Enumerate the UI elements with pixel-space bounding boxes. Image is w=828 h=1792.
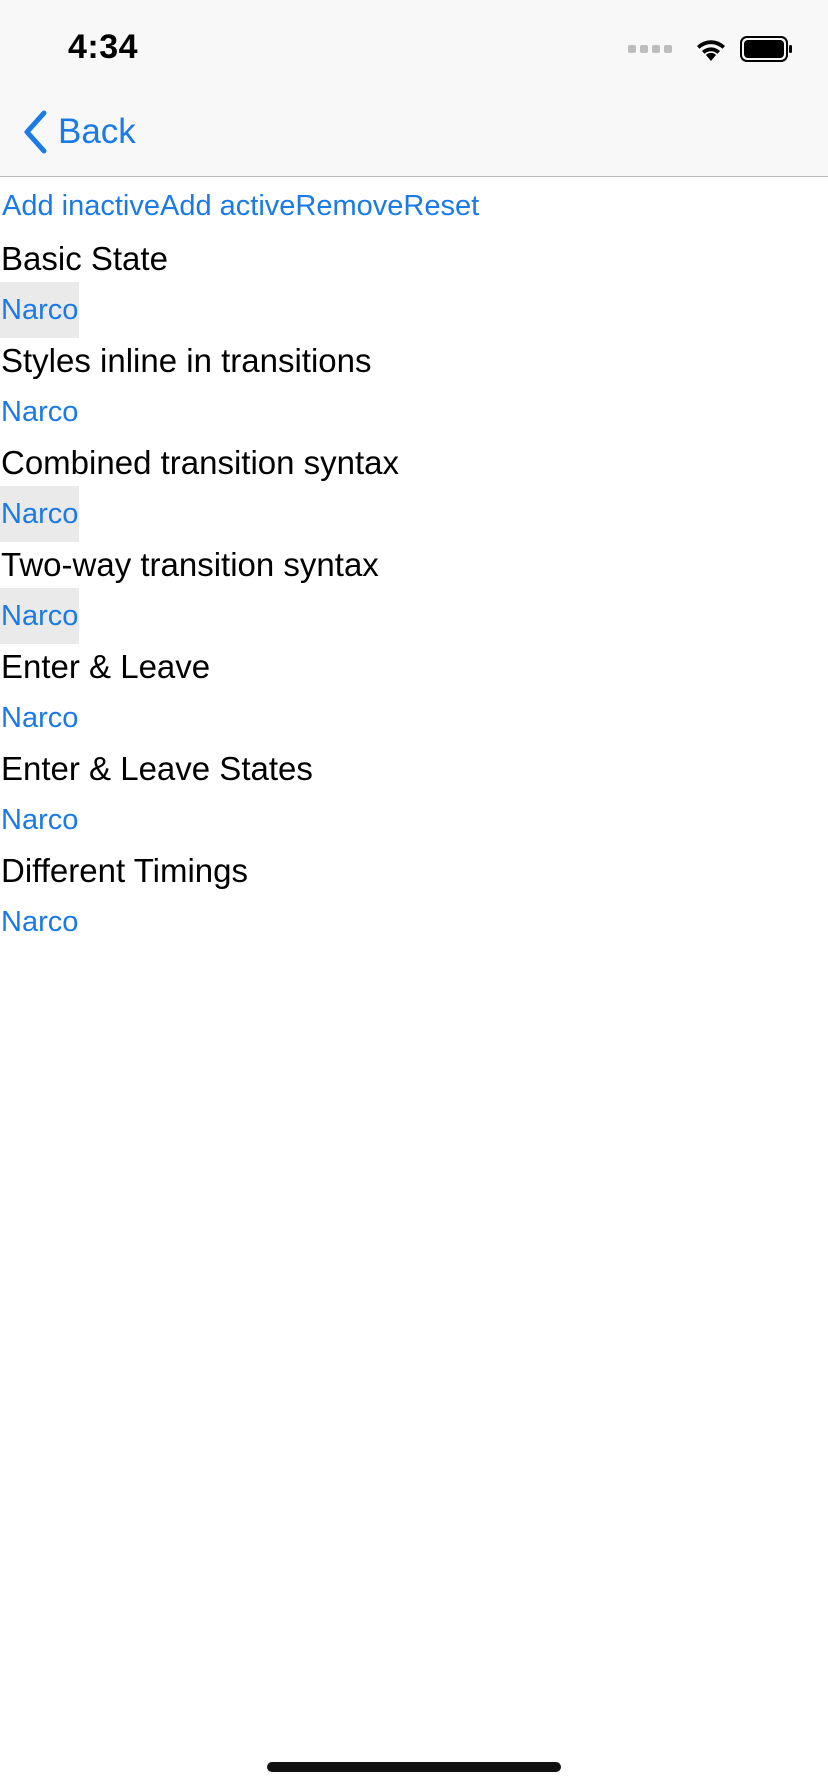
- status-indicators: [628, 36, 794, 62]
- list-item[interactable]: Narco: [0, 486, 80, 542]
- status-time: 4:34: [68, 28, 139, 66]
- section-enter-leave: Enter & Leave Narco: [0, 644, 828, 746]
- section-different-timings: Different Timings Narco: [0, 848, 828, 950]
- section-title: Enter & Leave States: [1, 750, 313, 787]
- reset-button[interactable]: Reset: [403, 190, 479, 223]
- status-bar: 4:34: [0, 0, 828, 96]
- list-item[interactable]: Narco: [0, 894, 79, 950]
- action-buttons: Add inactive Add active Remove Reset: [0, 176, 828, 236]
- section-two-way-transition: Two-way transition syntax Narco: [0, 542, 828, 644]
- section-basic-state: Basic State Narco: [0, 236, 828, 338]
- navigation-bar: Back: [0, 96, 828, 177]
- section-title: Enter & Leave: [1, 648, 211, 685]
- section-title: Basic State: [1, 240, 168, 277]
- list-item[interactable]: Narco: [0, 792, 79, 848]
- section-title: Styles inline in transitions: [1, 342, 372, 379]
- list-item[interactable]: Narco: [0, 282, 80, 338]
- list-item[interactable]: Narco: [0, 690, 79, 746]
- battery-icon: [740, 36, 792, 62]
- add-active-button[interactable]: Add active: [160, 190, 295, 223]
- cellular-signal-icon: [628, 45, 672, 53]
- back-button[interactable]: Back: [22, 110, 136, 154]
- section-combined-transition: Combined transition syntax Narco: [0, 440, 828, 542]
- back-label: Back: [58, 112, 136, 151]
- section-title: Different Timings: [1, 852, 248, 889]
- add-inactive-button[interactable]: Add inactive: [2, 190, 160, 223]
- main-content: Add inactive Add active Remove Reset Bas…: [0, 176, 828, 950]
- remove-button[interactable]: Remove: [295, 190, 403, 223]
- chevron-left-icon: [24, 110, 47, 154]
- list-item[interactable]: Narco: [0, 384, 79, 440]
- list-item[interactable]: Narco: [0, 588, 80, 644]
- home-indicator[interactable]: [267, 1762, 561, 1772]
- section-enter-leave-states: Enter & Leave States Narco: [0, 746, 828, 848]
- section-title: Combined transition syntax: [1, 444, 400, 481]
- wifi-icon: [697, 40, 725, 61]
- section-title: Two-way transition syntax: [1, 546, 379, 583]
- section-styles-inline: Styles inline in transitions Narco: [0, 338, 828, 440]
